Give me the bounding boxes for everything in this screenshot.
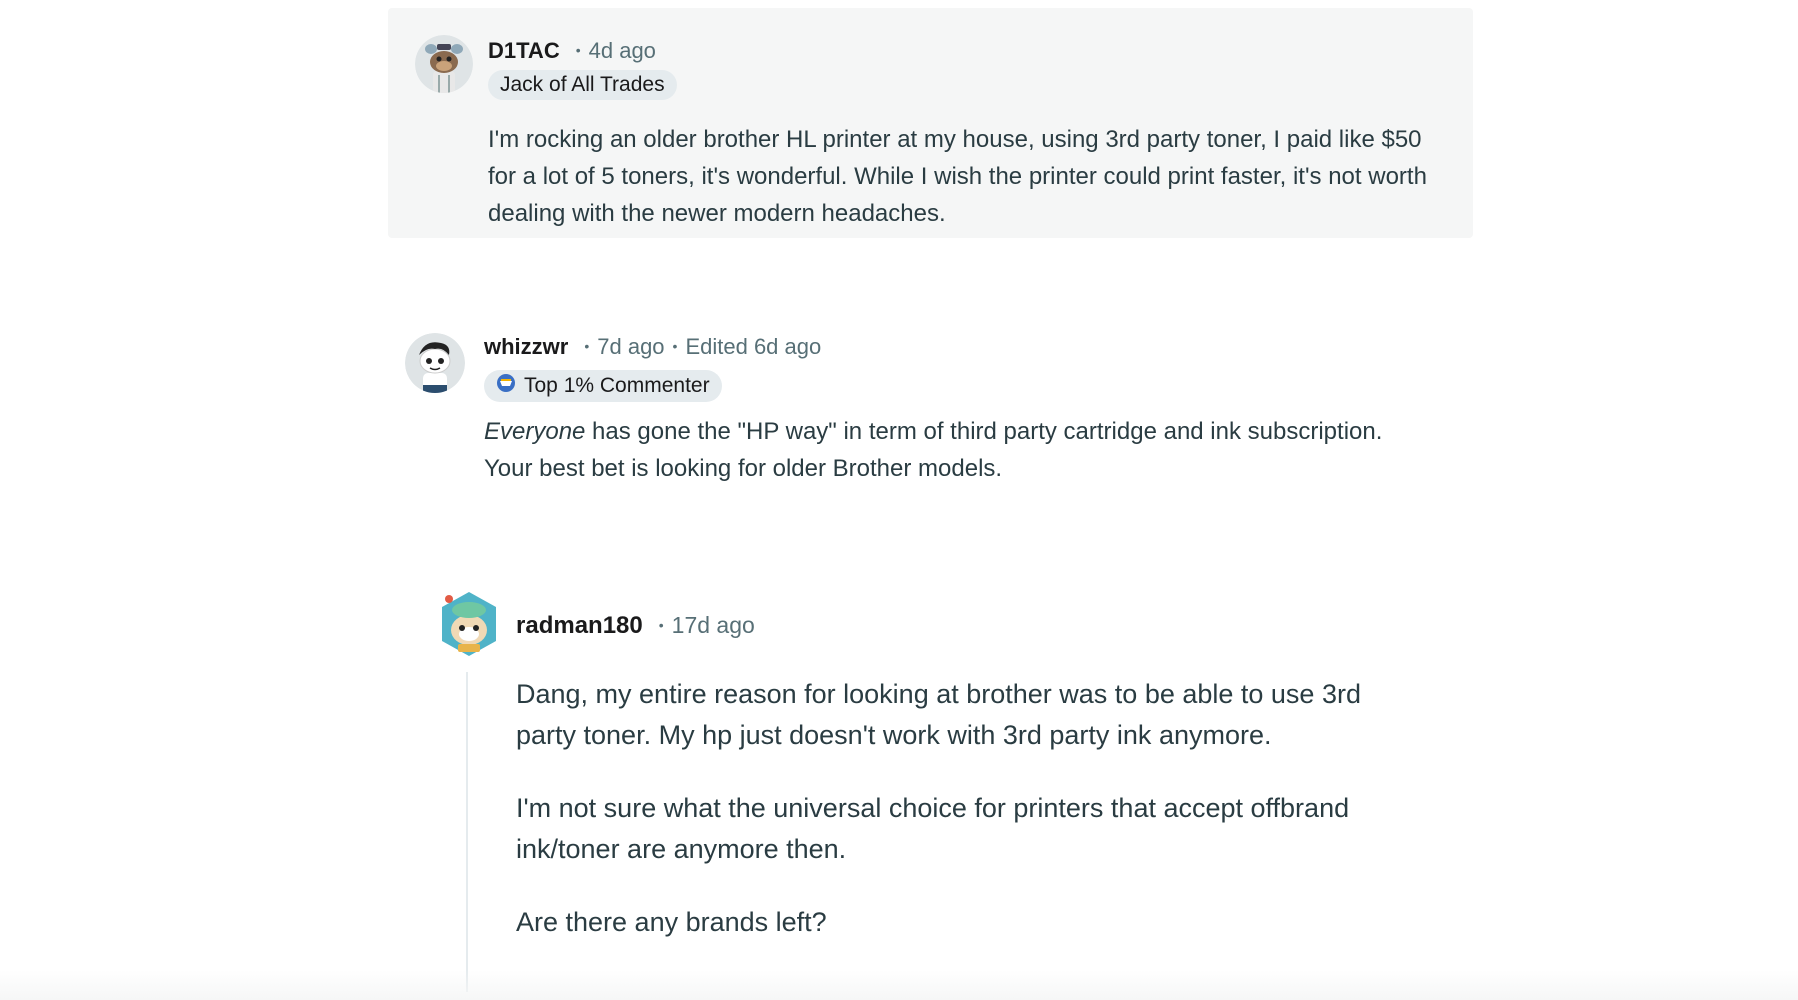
bottom-scroll-fade bbox=[0, 970, 1798, 1000]
username[interactable]: whizzwr bbox=[484, 334, 568, 360]
user-avatar[interactable] bbox=[415, 35, 473, 93]
snoo-avatar-icon bbox=[442, 592, 496, 656]
comment-paragraph: Dang, my entire reason for looking at br… bbox=[516, 679, 1361, 750]
separator-dot: • bbox=[575, 42, 581, 58]
separator-dot: • bbox=[584, 338, 590, 354]
user-flair: Top 1% Commenter bbox=[484, 370, 722, 402]
comment-radman180: radman180 • 17d ago Dang, my entire reas… bbox=[438, 590, 1438, 990]
snoo-avatar-icon bbox=[415, 35, 473, 93]
body-text: has gone the "HP way" in term of third p… bbox=[484, 418, 1383, 482]
top-commenter-badge-icon bbox=[496, 373, 516, 399]
user-avatar[interactable] bbox=[438, 590, 500, 658]
comment-body: I'm rocking an older brother HL printer … bbox=[488, 121, 1448, 232]
edited-label: Edited 6d ago bbox=[685, 334, 822, 359]
separator-dot: • bbox=[672, 338, 678, 354]
comment-whizzwr: whizzwr • 7d ago • Edited 6d ago Top 1% … bbox=[405, 330, 1405, 500]
comment-paragraph: I'm rocking an older brother HL printer … bbox=[488, 126, 1427, 227]
comment-paragraph: I'm not sure what the universal choice f… bbox=[516, 793, 1350, 864]
username[interactable]: D1TAC bbox=[488, 38, 560, 64]
username[interactable]: radman180 bbox=[516, 612, 643, 640]
timestamp[interactable]: 7d ago bbox=[597, 334, 664, 360]
comment-paragraph: Are there any brands left? bbox=[516, 907, 827, 937]
comment-paragraph: Everyone has gone the "HP way" in term o… bbox=[484, 413, 1404, 487]
comment-d1tac: D1TAC • 4d ago Jack of All Trades I'm ro… bbox=[388, 8, 1473, 238]
timestamp[interactable]: 17d ago bbox=[672, 612, 755, 639]
flair-text: Jack of All Trades bbox=[500, 73, 665, 96]
user-flair: Jack of All Trades bbox=[488, 70, 677, 100]
emphasis-text: Everyone bbox=[484, 418, 586, 445]
flair-text: Top 1% Commenter bbox=[524, 374, 710, 397]
user-avatar[interactable] bbox=[405, 333, 465, 393]
snoo-avatar-icon bbox=[405, 333, 465, 393]
comment-body: Dang, my entire reason for looking at br… bbox=[516, 674, 1396, 975]
timestamp[interactable]: 4d ago bbox=[589, 38, 656, 64]
comment-body: Everyone has gone the "HP way" in term o… bbox=[484, 413, 1404, 487]
separator-dot: • bbox=[658, 617, 664, 633]
